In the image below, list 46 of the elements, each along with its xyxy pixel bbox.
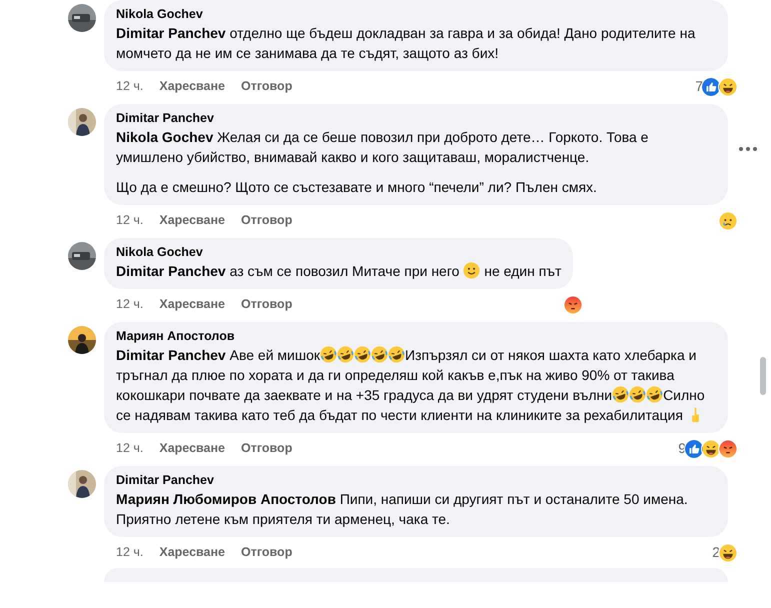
like-link[interactable]: Харесване: [159, 543, 226, 562]
like-link[interactable]: Харесване: [159, 77, 226, 96]
laughing-face-icon: [612, 386, 630, 403]
laughing-face-icon: [371, 346, 388, 363]
like-link[interactable]: Харесване: [159, 295, 226, 314]
like-link[interactable]: Харесване: [159, 439, 226, 458]
timestamp[interactable]: 12 ч.: [116, 211, 144, 230]
laughing-face-icon: [629, 386, 646, 403]
laughing-face-icon: [320, 346, 337, 363]
reply-link[interactable]: Отговор: [241, 439, 292, 458]
author-name[interactable]: Nikola Gochev: [116, 244, 562, 261]
author-name[interactable]: Dimitar Panchev: [116, 472, 716, 489]
like-icon: [684, 438, 704, 458]
like-link[interactable]: Харесване: [159, 211, 226, 230]
timestamp[interactable]: 12 ч.: [116, 295, 144, 314]
crying-face-icon: [718, 210, 738, 230]
timestamp[interactable]: 12 ч.: [116, 439, 144, 458]
like-icon: [701, 76, 721, 96]
timestamp[interactable]: 12 ч.: [116, 543, 144, 562]
reply-link[interactable]: Отговор: [241, 211, 292, 230]
angry-face-icon: [718, 438, 738, 458]
laughing-face-icon: [337, 346, 354, 363]
reply-link[interactable]: Отговор: [241, 77, 292, 96]
laughing-face-icon: [718, 76, 738, 96]
scrollbar-thumb[interactable]: [760, 357, 766, 395]
author-name[interactable]: Dimitar Panchev: [116, 110, 716, 127]
reply-link[interactable]: Отговор: [241, 295, 292, 314]
laughing-face-icon: [388, 346, 405, 363]
comment-text: Що да е смешно? Щото се състезавате и много “печели” ли? Пълен смях.: [116, 178, 598, 197]
reply-link[interactable]: Отговор: [241, 543, 292, 562]
reaction-count[interactable]: 7: [695, 76, 703, 97]
laughing-face-icon: [646, 386, 664, 403]
laughing-face-icon: [701, 438, 721, 458]
comment-text: Мариян Любомиров Апостолов Пипи, напиши си другият път и останалите 50 имена. Приятно летене към приятеля ти арменец, чака те.: [116, 490, 689, 529]
author-name[interactable]: Мариян Апостолов: [116, 328, 716, 345]
timestamp[interactable]: 12 ч.: [116, 77, 144, 96]
comment-text: Dimitar Panchev Аве ей мишок Изпързял си от някоя шахта като хлебарка и тръгнал да плюе по хората и да ги определяш кой какъв е,пък на живо 90% от такива кокошкари почвате да заеквате и на +35 градуса да ви удрят студени вълни Силно се надявам такива като теб да бъдат по чести клиенти на клиниките за рехабилитация: [116, 345, 706, 425]
laughing-face-icon: [354, 346, 371, 363]
comment-text: Dimitar Panchev аз съм се повозил Митаче при него не един път: [116, 261, 562, 281]
smiley-face-icon: [463, 262, 480, 279]
angry-face-icon: [563, 294, 584, 314]
comment-text: Nikola Gochev Желая си да се беше повозил при доброто дете… Горкото. Това е умишлено убийство, внимавай какво и кого защитаваш, моралистченце.: [116, 128, 650, 167]
more-options-icon[interactable]: [738, 144, 758, 154]
laughing-face-icon: [718, 542, 738, 562]
author-name[interactable]: Nikola Gochev: [116, 6, 716, 23]
comment-text: Dimitar Panchev отделно ще бъдеш докладван за гавра и за обида! Дано родителите на момчето да не им се занимава да те съдят, защото аз бих!: [116, 24, 696, 63]
